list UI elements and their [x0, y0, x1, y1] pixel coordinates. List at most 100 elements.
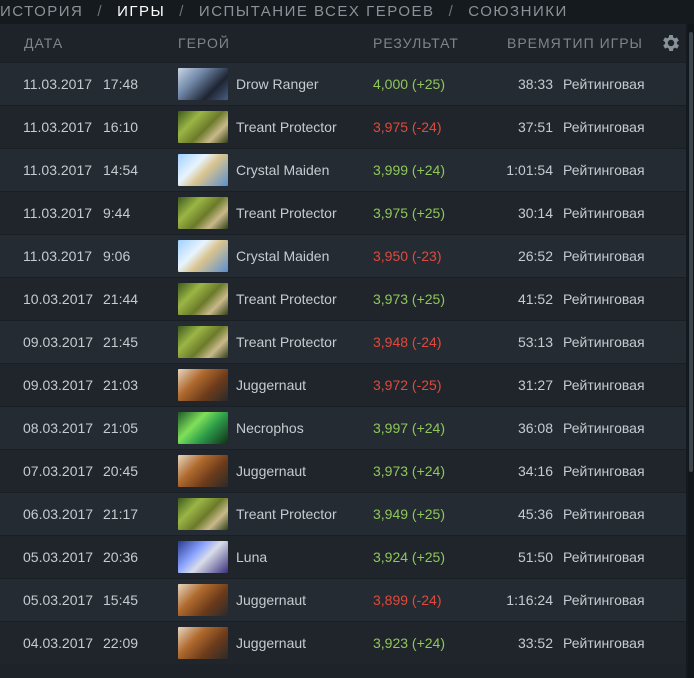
match-time: 20:36 — [103, 549, 139, 565]
game-type: Рейтинговая — [563, 377, 645, 393]
match-date: 09.03.2017 — [23, 377, 94, 393]
table-row[interactable]: 11.03.2017 14:54 Crystal Maiden 3,999 (+… — [0, 148, 686, 191]
column-header-duration[interactable]: ВРЕМЯ — [507, 35, 562, 51]
match-date: 06.03.2017 — [23, 506, 94, 522]
match-duration: 1:01:54 — [506, 162, 553, 178]
match-duration: 26:52 — [517, 248, 553, 264]
match-time: 16:10 — [103, 119, 139, 135]
match-result: 3,997 (+24) — [373, 420, 445, 436]
game-type: Рейтинговая — [563, 592, 645, 608]
match-time: 21:44 — [103, 291, 139, 307]
gear-icon[interactable] — [660, 32, 682, 54]
match-duration: 37:51 — [517, 119, 553, 135]
column-header-game-type[interactable]: ТИП ИГРЫ — [563, 35, 643, 51]
table-row[interactable]: 05.03.2017 20:36 Luna 3,924 (+25) 51:50 … — [0, 535, 686, 578]
match-duration: 38:33 — [517, 76, 553, 92]
match-date: 09.03.2017 — [23, 334, 94, 350]
match-result: 3,948 (-24) — [373, 334, 442, 350]
table-row[interactable]: 11.03.2017 17:48 Drow Ranger 4,000 (+25)… — [0, 62, 686, 105]
match-list: 11.03.2017 17:48 Drow Ranger 4,000 (+25)… — [0, 62, 686, 664]
match-duration: 33:52 — [517, 635, 553, 651]
game-type: Рейтинговая — [563, 463, 645, 479]
hero-name: Drow Ranger — [236, 76, 319, 92]
hero-name: Luna — [236, 549, 268, 565]
tab-games[interactable]: ИГРЫ — [117, 3, 165, 20]
hero-portrait — [178, 541, 228, 573]
match-date: 08.03.2017 — [23, 420, 94, 436]
match-result: 3,924 (+25) — [373, 549, 445, 565]
match-time: 21:17 — [103, 506, 139, 522]
hero-name: Treant Protector — [236, 334, 337, 350]
match-date: 05.03.2017 — [23, 592, 94, 608]
match-result: 3,899 (-24) — [373, 592, 442, 608]
hero-name: Crystal Maiden — [236, 162, 330, 178]
hero-portrait — [178, 154, 228, 186]
match-time: 20:45 — [103, 463, 139, 479]
scrollbar-thumb[interactable] — [689, 32, 693, 472]
hero-portrait — [178, 68, 228, 100]
hero-portrait — [178, 627, 228, 659]
column-header-hero[interactable]: ГЕРОЙ — [178, 35, 230, 51]
table-header: ДАТА ГЕРОЙ РЕЗУЛЬТАТ ВРЕМЯ ТИП ИГРЫ — [0, 24, 686, 62]
hero-portrait — [178, 498, 228, 530]
match-result: 3,973 (+24) — [373, 463, 445, 479]
nav-separator: / — [179, 2, 185, 20]
match-history-panel: ДАТА ГЕРОЙ РЕЗУЛЬТАТ ВРЕМЯ ТИП ИГРЫ 11.0… — [0, 24, 686, 678]
table-row[interactable]: 05.03.2017 15:45 Juggernaut 3,899 (-24) … — [0, 578, 686, 621]
game-type: Рейтинговая — [563, 334, 645, 350]
game-type: Рейтинговая — [563, 205, 645, 221]
match-result: 3,949 (+25) — [373, 506, 445, 522]
scrollbar[interactable] — [688, 24, 694, 678]
table-row[interactable]: 10.03.2017 21:44 Treant Protector 3,973 … — [0, 277, 686, 320]
table-row[interactable]: 09.03.2017 21:45 Treant Protector 3,948 … — [0, 320, 686, 363]
hero-portrait — [178, 412, 228, 444]
game-type: Рейтинговая — [563, 76, 645, 92]
hero-portrait — [178, 283, 228, 315]
hero-name: Treant Protector — [236, 119, 337, 135]
table-row[interactable]: 06.03.2017 21:17 Treant Protector 3,949 … — [0, 492, 686, 535]
table-row[interactable]: 07.03.2017 20:45 Juggernaut 3,973 (+24) … — [0, 449, 686, 492]
match-result: 3,972 (-25) — [373, 377, 442, 393]
match-duration: 34:16 — [517, 463, 553, 479]
match-duration: 53:13 — [517, 334, 553, 350]
match-date: 05.03.2017 — [23, 549, 94, 565]
table-row[interactable]: 11.03.2017 16:10 Treant Protector 3,975 … — [0, 105, 686, 148]
table-row[interactable]: 09.03.2017 21:03 Juggernaut 3,972 (-25) … — [0, 363, 686, 406]
match-duration: 1:16:24 — [506, 592, 553, 608]
match-result: 3,950 (-23) — [373, 248, 442, 264]
match-time: 22:09 — [103, 635, 139, 651]
match-time: 14:54 — [103, 162, 139, 178]
match-duration: 51:50 — [517, 549, 553, 565]
hero-name: Crystal Maiden — [236, 248, 330, 264]
match-date: 11.03.2017 — [23, 119, 93, 135]
hero-portrait — [178, 111, 228, 143]
hero-portrait — [178, 326, 228, 358]
match-time: 9:06 — [103, 248, 131, 264]
tab-all-hero-challenge[interactable]: ИСПЫТАНИЕ ВСЕХ ГЕРОЕВ — [199, 3, 435, 20]
table-row[interactable]: 11.03.2017 9:06 Crystal Maiden 3,950 (-2… — [0, 234, 686, 277]
game-type: Рейтинговая — [563, 162, 645, 178]
hero-name: Juggernaut — [236, 377, 307, 393]
match-result: 3,999 (+24) — [373, 162, 445, 178]
hero-portrait — [178, 369, 228, 401]
hero-name: Juggernaut — [236, 635, 307, 651]
game-type: Рейтинговая — [563, 119, 645, 135]
table-row[interactable]: 11.03.2017 9:44 Treant Protector 3,975 (… — [0, 191, 686, 234]
match-result: 3,975 (-24) — [373, 119, 442, 135]
match-date: 10.03.2017 — [23, 291, 94, 307]
hero-name: Treant Protector — [236, 506, 337, 522]
column-header-result[interactable]: РЕЗУЛЬТАТ — [373, 35, 459, 51]
table-row[interactable]: 08.03.2017 21:05 Necrophos 3,997 (+24) 3… — [0, 406, 686, 449]
nav-separator: / — [97, 2, 104, 20]
match-time: 21:05 — [103, 420, 139, 436]
match-result: 4,000 (+25) — [373, 76, 445, 92]
tab-allies[interactable]: СОЮЗНИКИ — [468, 3, 568, 20]
column-header-date[interactable]: ДАТА — [24, 35, 63, 51]
match-time: 9:44 — [103, 205, 131, 221]
game-type: Рейтинговая — [563, 635, 645, 651]
table-row[interactable]: 04.03.2017 22:09 Juggernaut 3,923 (+24) … — [0, 621, 686, 664]
match-date: 11.03.2017 — [23, 248, 93, 264]
tab-history[interactable]: ИСТОРИЯ — [0, 3, 83, 20]
match-duration: 45:36 — [517, 506, 553, 522]
match-date: 11.03.2017 — [23, 205, 93, 221]
